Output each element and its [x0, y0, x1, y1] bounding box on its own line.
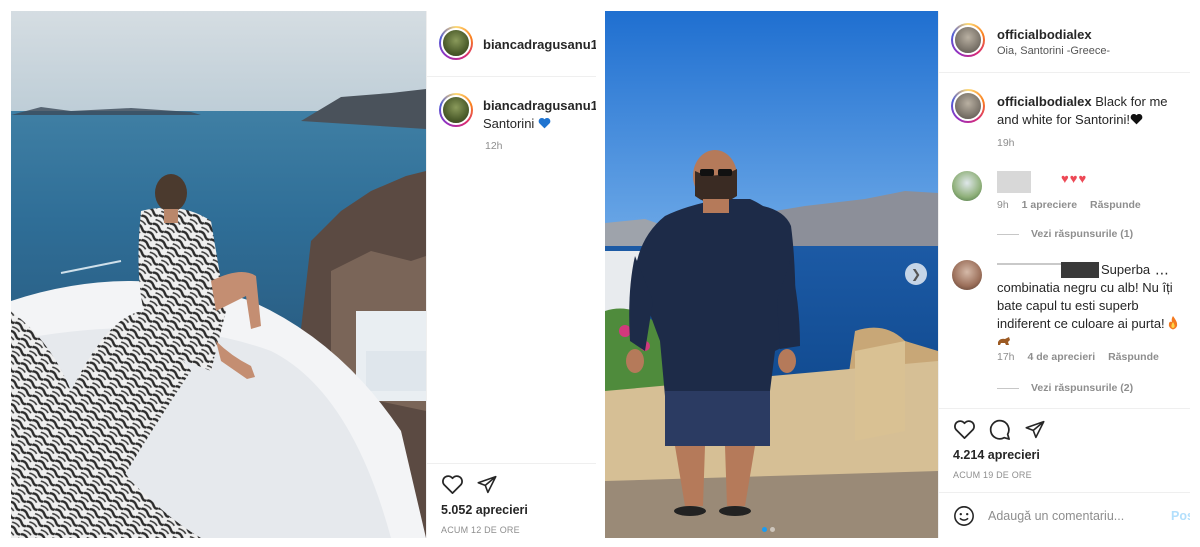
caption: officialbodialex Black for me and white …: [997, 93, 1183, 129]
divider: [427, 463, 596, 464]
caption-avatar[interactable]: [951, 89, 985, 123]
blue-heart-icon: [538, 117, 551, 129]
fire-icon: [1168, 316, 1177, 330]
divider: [427, 76, 596, 77]
post-timestamp[interactable]: ACUM 19 DE ORE: [953, 470, 1032, 480]
more-icon[interactable]: ⋯: [1155, 265, 1170, 282]
comment-avatar[interactable]: [952, 260, 982, 290]
likes-count[interactable]: 4.214 aprecieri: [953, 448, 1040, 462]
comment-time: 9h: [997, 199, 1009, 211]
caption-username[interactable]: biancadragusanu18: [483, 98, 596, 113]
heart-icon[interactable]: [953, 419, 976, 440]
share-icon[interactable]: [1024, 419, 1046, 440]
comment-meta: 9h 1 apreciere Răspunde: [997, 199, 1141, 211]
post-location[interactable]: Oia, Santorini -Greece-: [997, 45, 1110, 57]
post-sidebar: officialbodialex Oia, Santorini -Greece-…: [938, 11, 1190, 538]
comment-meta: 17h 4 de aprecieri Răspunde: [997, 351, 1159, 363]
reply-button[interactable]: Răspunde: [1090, 199, 1141, 211]
dog-icon: [998, 337, 1010, 345]
post-username[interactable]: biancadragusanu18: [483, 37, 596, 52]
likes-count[interactable]: 5.052 aprecieri: [441, 503, 528, 517]
post-sidebar: biancadragusanu18 biancadragusanu18 Sant…: [426, 11, 596, 538]
carousel-dots: [762, 519, 778, 537]
post-photo[interactable]: ❯: [605, 11, 938, 538]
santorini-dress-photo: [11, 11, 426, 538]
santorini-man-photo: [605, 11, 938, 538]
caption-time: 12h: [485, 140, 503, 152]
caption-avatar[interactable]: [439, 93, 473, 127]
post-username[interactable]: officialbodialex: [997, 27, 1092, 42]
post-photo[interactable]: [11, 11, 426, 538]
next-icon[interactable]: ❯: [905, 263, 927, 285]
caption: biancadragusanu18 Santorini: [483, 97, 596, 133]
divider: [939, 492, 1190, 493]
avatar[interactable]: [951, 23, 985, 57]
caption-username[interactable]: officialbodialex: [997, 94, 1092, 109]
caption-text: Santorini: [483, 116, 535, 131]
emoji-icon[interactable]: [953, 505, 975, 527]
post-card-bodi: ❯ officialbodialex Oia, Santorini -Greec…: [605, 11, 1190, 538]
post-card-bianca: biancadragusanu18 biancadragusanu18 Sant…: [11, 11, 596, 538]
post-comment-button[interactable]: Pos: [1171, 509, 1190, 523]
heart-icon[interactable]: [441, 474, 464, 495]
share-icon[interactable]: [476, 474, 498, 495]
divider: [939, 72, 1190, 73]
view-replies-button[interactable]: Vezi răspunsurile (2): [997, 382, 1133, 394]
comment-time: 17h: [997, 351, 1015, 363]
avatar[interactable]: [439, 26, 473, 60]
comment-likes[interactable]: 4 de aprecieri: [1027, 351, 1095, 363]
divider: [939, 408, 1190, 409]
comment-avatar[interactable]: [952, 171, 982, 201]
view-replies-button[interactable]: Vezi răspunsurile (1): [997, 228, 1133, 240]
redacted-username: [997, 171, 1031, 193]
comment-input[interactable]: Adaugă un comentariu...: [988, 509, 1124, 523]
comment-likes[interactable]: 1 apreciere: [1022, 199, 1077, 211]
post-timestamp[interactable]: ACUM 12 DE ORE: [441, 525, 520, 535]
reply-button[interactable]: Răspunde: [1108, 351, 1159, 363]
black-heart-icon: [1130, 113, 1143, 125]
caption-time: 19h: [997, 137, 1015, 149]
comment-text: ♥♥♥: [1061, 171, 1088, 186]
comment-icon[interactable]: [988, 418, 1011, 441]
